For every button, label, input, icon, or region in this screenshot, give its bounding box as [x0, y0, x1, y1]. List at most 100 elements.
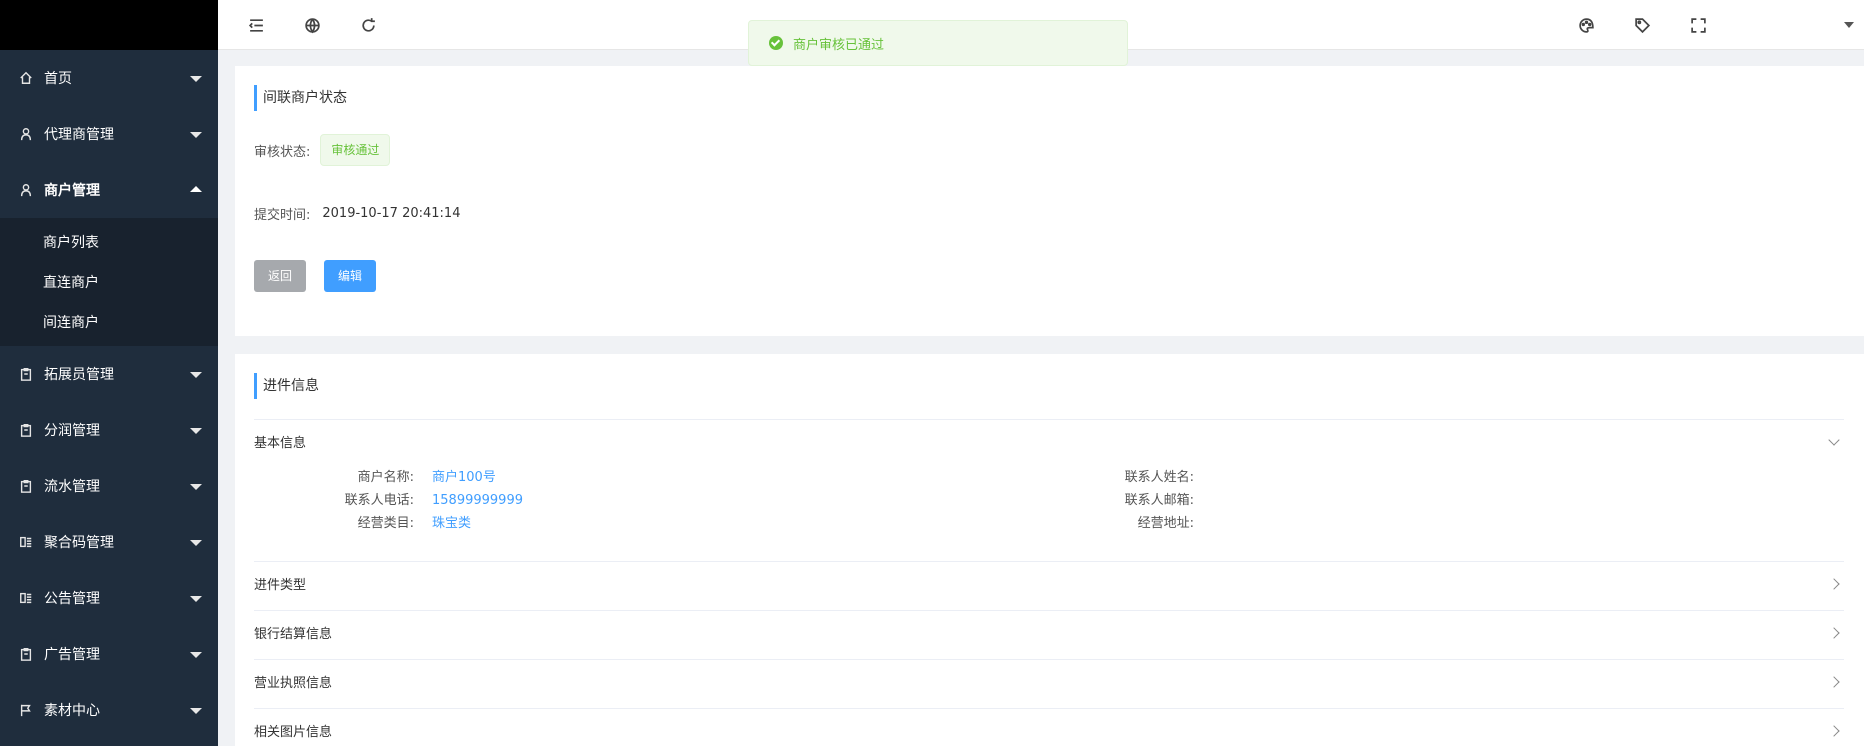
- sidebar-item-label: 首页: [44, 71, 72, 87]
- merchant-status-card: 间联商户状态 审核状态: 审核通过 提交时间: 2019-10-17 20:41…: [235, 66, 1864, 336]
- sidebar: 首页 代理商管理 商户管理 商户列表 直连商户 间连商户 拓展员管理 分润管理 …: [0, 0, 218, 746]
- chevron-down-icon: [1828, 434, 1840, 446]
- sidebar-item-home[interactable]: 首页: [0, 50, 218, 106]
- edit-button[interactable]: 编辑: [324, 260, 377, 292]
- logo: [0, 0, 218, 50]
- info-key: 经营类目:: [357, 516, 414, 531]
- qr-icon: [18, 590, 34, 606]
- collapse-menu-icon[interactable]: [246, 15, 266, 35]
- success-toast: 商户审核已通过: [748, 20, 1128, 66]
- info-value: 15899999999: [432, 493, 523, 508]
- caret-down-icon: [190, 652, 202, 658]
- sidebar-subitem-indirect-merchants[interactable]: 间连商户: [0, 302, 218, 342]
- chevron-right-icon: [1828, 578, 1840, 590]
- palette-icon[interactable]: [1576, 15, 1596, 35]
- sidebar-item-ads[interactable]: 广告管理: [0, 626, 218, 682]
- clipboard-icon: [18, 422, 34, 438]
- section-title: 进件信息: [254, 373, 319, 399]
- info-business-category: 经营类目: 珠宝类: [284, 514, 471, 534]
- sidebar-item-label: 代理商管理: [44, 127, 114, 143]
- sidebar-item-merchants[interactable]: 商户管理: [0, 162, 218, 218]
- info-contact-email: 联系人邮箱:: [1064, 491, 1212, 511]
- toast-message: 商户审核已通过: [793, 37, 885, 53]
- collapse-title: 相关图片信息: [254, 725, 333, 740]
- sidebar-item-aggregate-code[interactable]: 聚合码管理: [0, 514, 218, 570]
- sidebar-item-materials[interactable]: 素材中心: [0, 682, 218, 738]
- caret-down-icon: [190, 132, 202, 138]
- caret-down-icon: [190, 428, 202, 434]
- caret-up-icon: [190, 186, 202, 192]
- sidebar-item-agents[interactable]: 代理商管理: [0, 106, 218, 162]
- sidebar-item-expanders[interactable]: 拓展员管理: [0, 346, 218, 402]
- back-button[interactable]: 返回: [254, 260, 307, 292]
- submit-time-label: 提交时间:: [254, 208, 311, 223]
- chevron-right-icon: [1828, 725, 1840, 737]
- caret-down-icon: [190, 372, 202, 378]
- info-key: 联系人电话:: [344, 493, 414, 508]
- info-value: 商户100号: [432, 470, 496, 485]
- submit-time-value: 2019-10-17 20:41:14: [322, 206, 461, 221]
- clipboard-icon: [18, 366, 34, 382]
- info-business-address: 经营地址:: [1064, 514, 1212, 534]
- home-icon: [18, 70, 34, 86]
- caret-down-icon: [190, 708, 202, 714]
- refresh-icon[interactable]: [358, 15, 378, 35]
- sidebar-item-label: 拓展员管理: [44, 367, 114, 383]
- sidebar-item-label: 公告管理: [44, 591, 100, 607]
- collapse-title: 进件类型: [254, 578, 307, 593]
- sidebar-subitem-direct-merchants[interactable]: 直连商户: [0, 262, 218, 302]
- globe-icon[interactable]: [302, 15, 322, 35]
- basic-info-grid: 商户名称: 商户100号 联系人电话: 15899999999 经营类目: 珠宝…: [254, 468, 1844, 562]
- caret-down-icon: [190, 540, 202, 546]
- caret-down-icon: [1844, 22, 1854, 28]
- info-merchant-name: 商户名称: 商户100号: [284, 468, 496, 488]
- collapse-basic-info: 基本信息 商户名称: 商户100号 联系人电话: 15899999999 经营类…: [254, 419, 1844, 562]
- merchant-info-card: 进件信息 基本信息 商户名称: 商户100号 联系人电话: 1589999999…: [235, 354, 1864, 746]
- caret-down-icon: [190, 76, 202, 82]
- collapse-header[interactable]: 银行结算信息: [254, 611, 1844, 659]
- sidebar-item-label: 分润管理: [44, 423, 100, 439]
- clipboard-icon: [18, 646, 34, 662]
- info-value: 珠宝类: [432, 516, 472, 531]
- collapse-filing-type: 进件类型: [254, 561, 1844, 610]
- audit-status-row: 审核状态: 审核通过: [254, 134, 391, 166]
- sidebar-item-label: 聚合码管理: [44, 535, 114, 551]
- submit-time-row: 提交时间: 2019-10-17 20:41:14: [254, 204, 460, 223]
- collapse-title: 银行结算信息: [254, 627, 333, 642]
- qr-icon: [18, 534, 34, 550]
- section-title: 间联商户状态: [254, 85, 347, 111]
- chevron-right-icon: [1828, 676, 1840, 688]
- user-menu[interactable]: [1744, 18, 1854, 32]
- sidebar-item-label: 商户管理: [44, 183, 100, 199]
- sidebar-subitem-merchant-list[interactable]: 商户列表: [0, 222, 218, 262]
- sidebar-item-label: 流水管理: [44, 479, 100, 495]
- clipboard-icon: [18, 478, 34, 494]
- info-key: 经营地址:: [1137, 516, 1194, 531]
- collapse-header[interactable]: 基本信息: [254, 420, 1844, 468]
- info-key: 商户名称:: [357, 470, 414, 485]
- sidebar-item-announcements[interactable]: 公告管理: [0, 570, 218, 626]
- chevron-right-icon: [1828, 627, 1840, 639]
- collapse-bank-settlement: 银行结算信息: [254, 610, 1844, 659]
- info-key: 联系人姓名:: [1124, 470, 1194, 485]
- caret-down-icon: [190, 596, 202, 602]
- status-badge: 审核通过: [320, 134, 391, 166]
- fullscreen-icon[interactable]: [1688, 15, 1708, 35]
- info-contact-phone: 联系人电话: 15899999999: [284, 491, 523, 511]
- sidebar-item-transactions[interactable]: 流水管理: [0, 458, 218, 514]
- collapse-business-license: 营业执照信息: [254, 659, 1844, 708]
- tag-icon[interactable]: [1632, 15, 1652, 35]
- sidebar-item-profit-share[interactable]: 分润管理: [0, 402, 218, 458]
- merchant-submenu: 商户列表 直连商户 间连商户: [0, 218, 218, 346]
- flag-icon: [18, 702, 34, 718]
- sidebar-item-label: 素材中心: [44, 703, 100, 719]
- collapse-header[interactable]: 营业执照信息: [254, 660, 1844, 708]
- info-key: 联系人邮箱:: [1124, 493, 1194, 508]
- check-circle-icon: [769, 36, 783, 50]
- user-icon: [18, 126, 34, 142]
- collapse-related-images: 相关图片信息: [254, 708, 1844, 746]
- collapse-header[interactable]: 进件类型: [254, 562, 1844, 610]
- audit-status-label: 审核状态:: [254, 144, 311, 160]
- user-icon: [18, 182, 34, 198]
- collapse-header[interactable]: 相关图片信息: [254, 709, 1844, 746]
